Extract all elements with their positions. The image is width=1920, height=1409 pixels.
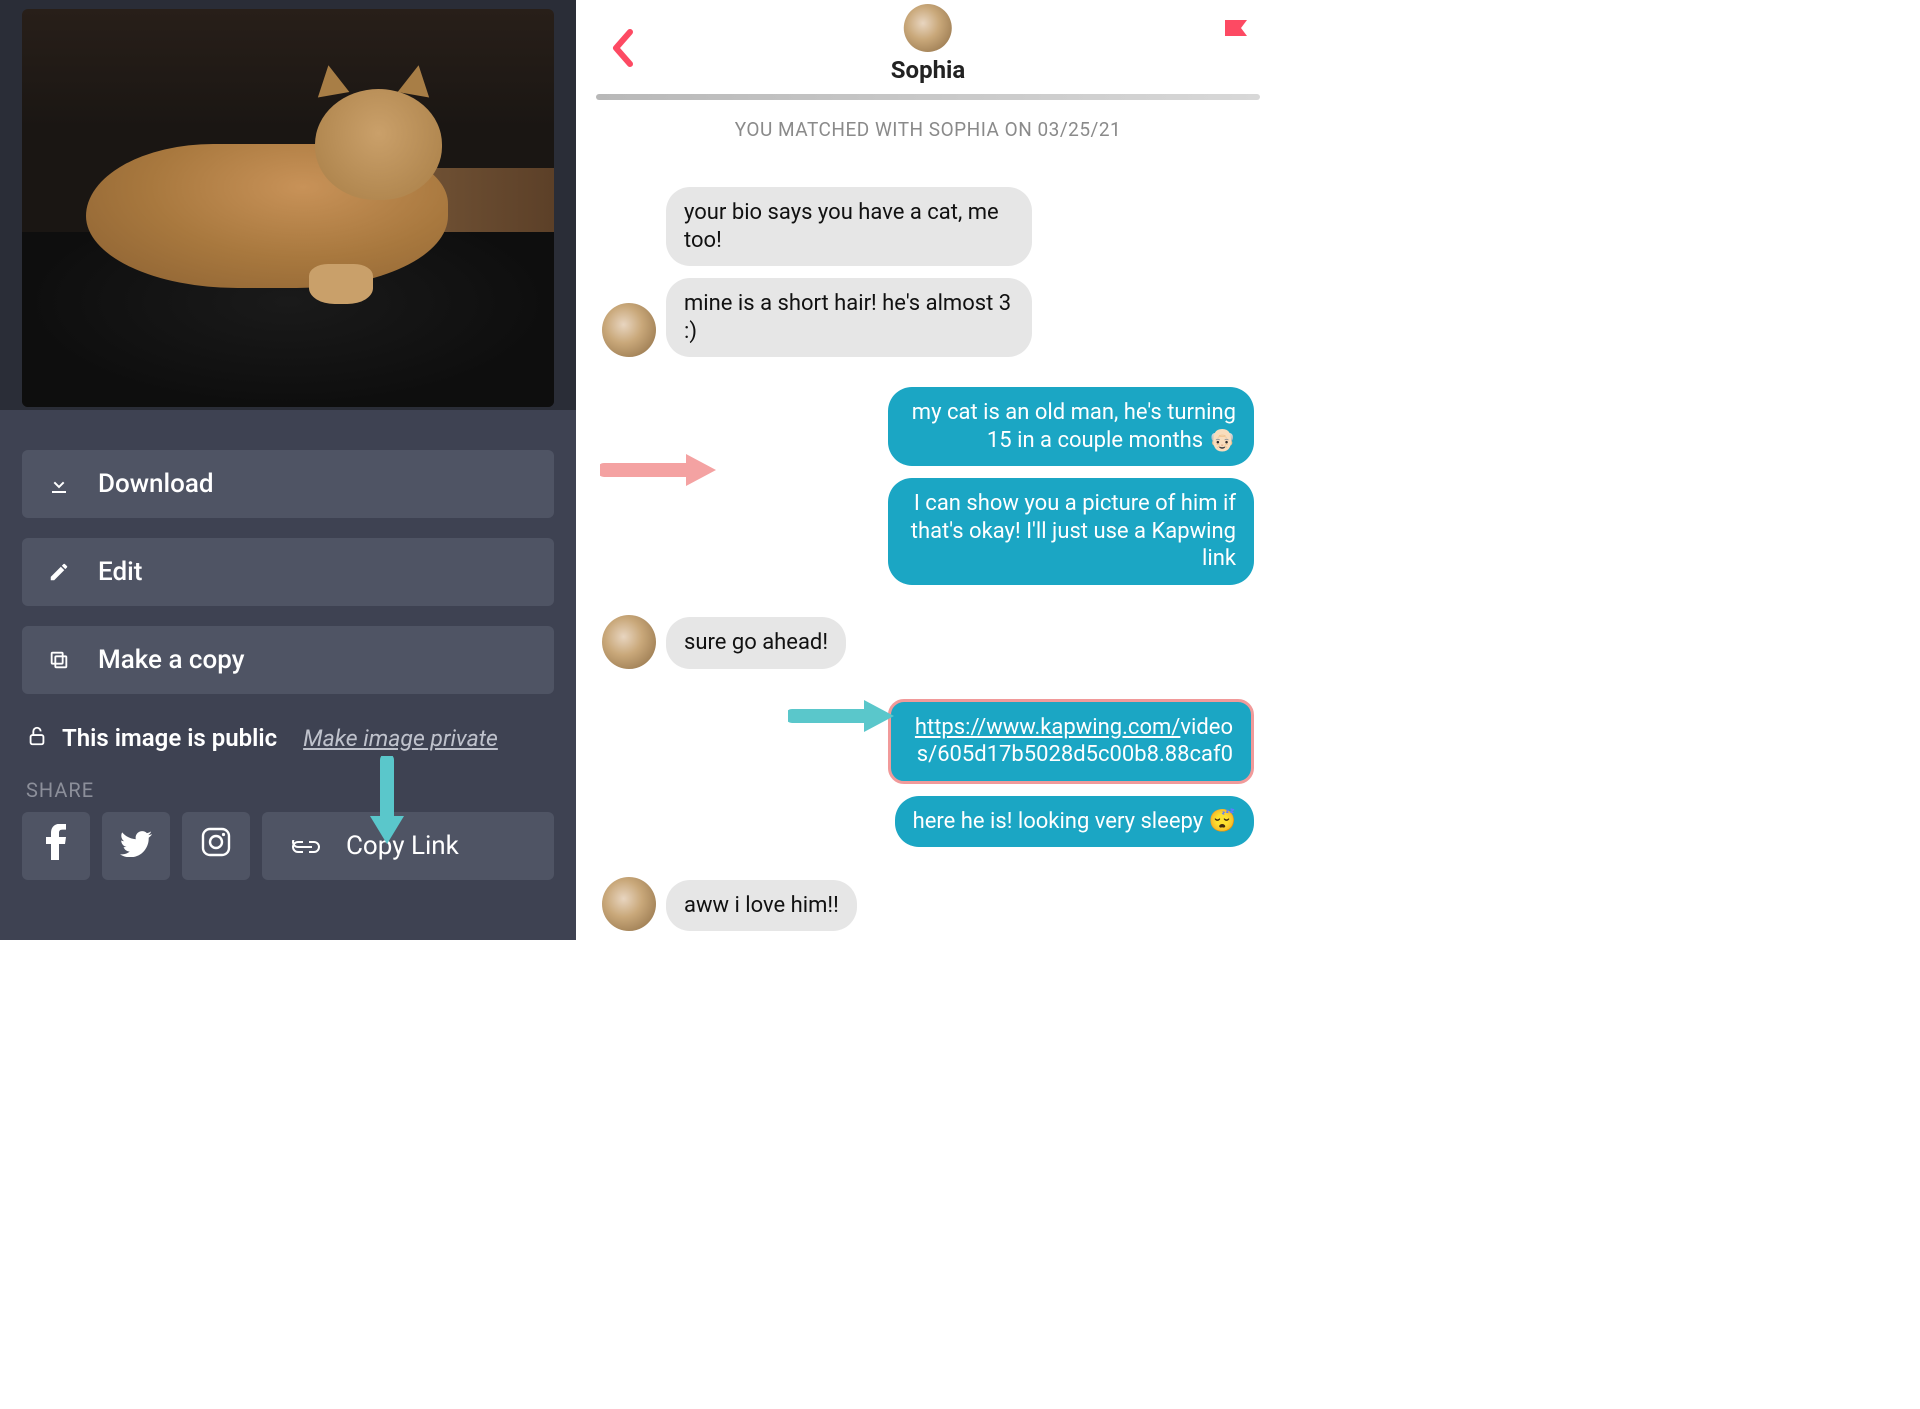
share-twitter-button[interactable] (102, 812, 170, 880)
message-avatar[interactable] (602, 615, 656, 669)
privacy-row: This image is public Make image private (22, 724, 554, 752)
message-received[interactable]: mine is a short hair! he's almost 3 :) (666, 278, 1032, 357)
image-preview (0, 0, 576, 410)
make-private-link[interactable]: Make image private (303, 725, 498, 752)
message-received[interactable]: aww i love him!! (666, 880, 857, 932)
message-sent-link[interactable]: https://www.kapwing.com/videos/605d17b50… (888, 699, 1254, 784)
message-sent[interactable]: my cat is an old man, he's turning 15 in… (888, 387, 1254, 466)
share-instagram-button[interactable] (182, 812, 250, 880)
facebook-icon (46, 824, 66, 868)
kapwing-share-panel: Download Edit Make a copy This image is … (0, 0, 576, 940)
edit-label: Edit (98, 557, 142, 587)
message-sent[interactable]: here he is! looking very sleepy 😴 (895, 796, 1254, 848)
chat-body: your bio says you have a cat, me too! mi… (596, 187, 1260, 931)
back-button[interactable] (610, 28, 636, 72)
privacy-status: This image is public (62, 724, 277, 752)
message-sent[interactable]: I can show you a picture of him if that'… (888, 478, 1254, 585)
copy-icon (46, 647, 72, 673)
download-icon (46, 471, 72, 497)
pencil-icon (46, 559, 72, 585)
link-icon (292, 831, 320, 861)
preview-image[interactable] (22, 9, 554, 407)
header-avatar[interactable] (904, 4, 952, 52)
match-divider (596, 94, 1260, 100)
match-banner: YOU MATCHED WITH SOPHIA ON 03/25/21 (596, 118, 1260, 141)
annotation-arrow-pink (600, 450, 716, 494)
chat-header: Sophia (596, 0, 1260, 90)
download-button[interactable]: Download (22, 450, 554, 518)
share-facebook-button[interactable] (22, 812, 90, 880)
unlock-icon (26, 725, 48, 751)
edit-button[interactable]: Edit (22, 538, 554, 606)
link-text[interactable]: https://www.kapwing.com/ (915, 715, 1180, 740)
share-label: SHARE (22, 778, 554, 802)
message-received[interactable]: your bio says you have a cat, me too! (666, 187, 1032, 266)
annotation-arrow-teal-down (364, 756, 410, 844)
instagram-icon (201, 827, 231, 865)
message-received[interactable]: sure go ahead! (666, 617, 846, 669)
header-name: Sophia (891, 56, 965, 84)
message-avatar[interactable] (602, 303, 656, 357)
make-copy-button[interactable]: Make a copy (22, 626, 554, 694)
twitter-icon (120, 827, 152, 865)
annotation-arrow-teal-right (788, 696, 894, 736)
message-avatar[interactable] (602, 877, 656, 931)
make-copy-label: Make a copy (98, 645, 244, 675)
report-flag-button[interactable] (1222, 18, 1252, 60)
download-label: Download (98, 469, 214, 499)
